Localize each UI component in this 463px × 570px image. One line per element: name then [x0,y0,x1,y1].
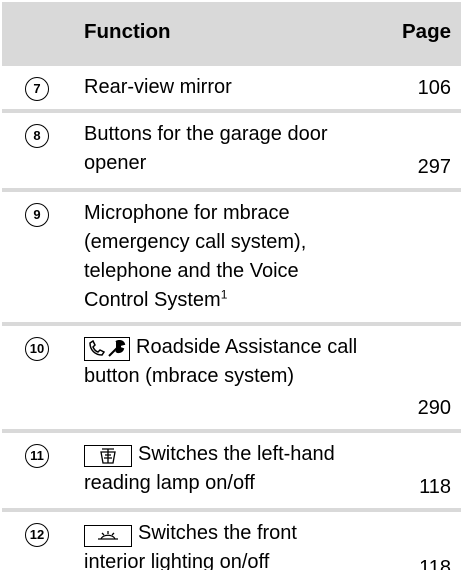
callout-number: 7 [25,76,49,101]
function-text: Buttons for the garage door opener [84,123,328,174]
table-header: Function Page [2,2,461,64]
row-number-cell: 12 [2,508,72,570]
function-cell: Rear-view mirror [72,62,374,111]
footnote-marker: 1 [220,287,228,302]
page-cell: 290 [374,322,461,431]
row-number-cell: 10 [2,322,72,431]
reading-lamp-icon [84,445,132,467]
phone-wrench-icon [84,337,130,361]
page-cell: 297 [374,109,461,190]
table-row: 7 Rear-view mirror 106 [2,62,461,111]
table-row: 11 Switches the left-hand reading lamp o… [2,429,461,510]
table-row: 9 Microphone for mbrace (emergency call … [2,188,461,324]
page-cell [374,188,461,324]
callout-number: 11 [25,443,49,468]
table-row: 12 Switches the front interior lighting … [2,508,461,570]
front-interior-light-icon [84,525,132,547]
callout-number: 10 [25,336,49,361]
row-number-cell: 9 [2,188,72,324]
header-number-cell [2,2,72,64]
table-row: 8 Buttons for the garage door opener 297 [2,109,461,190]
function-text: Rear-view mirror [84,76,232,98]
function-table: Function Page 7 Rear-view mirror 106 8 B… [2,2,461,570]
callout-number: 9 [25,202,49,227]
page-cell: 118 [374,508,461,570]
callout-number: 12 [25,522,49,547]
table-row: 10 Roadside Assistance call button (mbra… [2,322,461,431]
function-text: Microphone for mbrace (emergency call sy… [84,202,307,311]
row-number-cell: 11 [2,429,72,510]
row-number-cell: 7 [2,62,72,111]
function-cell: Buttons for the garage door opener [72,109,374,190]
page-cell: 106 [374,62,461,111]
function-table-page: Function Page 7 Rear-view mirror 106 8 B… [0,0,463,570]
function-cell: Switches the left-hand reading lamp on/o… [72,429,374,510]
callout-number: 8 [25,123,49,148]
function-cell: Roadside Assistance call button (mbrace … [72,322,374,431]
header-function: Function [72,2,374,64]
header-page: Page [374,2,461,64]
function-cell: Switches the front interior lighting on/… [72,508,374,570]
row-number-cell: 8 [2,109,72,190]
page-cell: 118 [374,429,461,510]
function-cell: Microphone for mbrace (emergency call sy… [72,188,374,324]
